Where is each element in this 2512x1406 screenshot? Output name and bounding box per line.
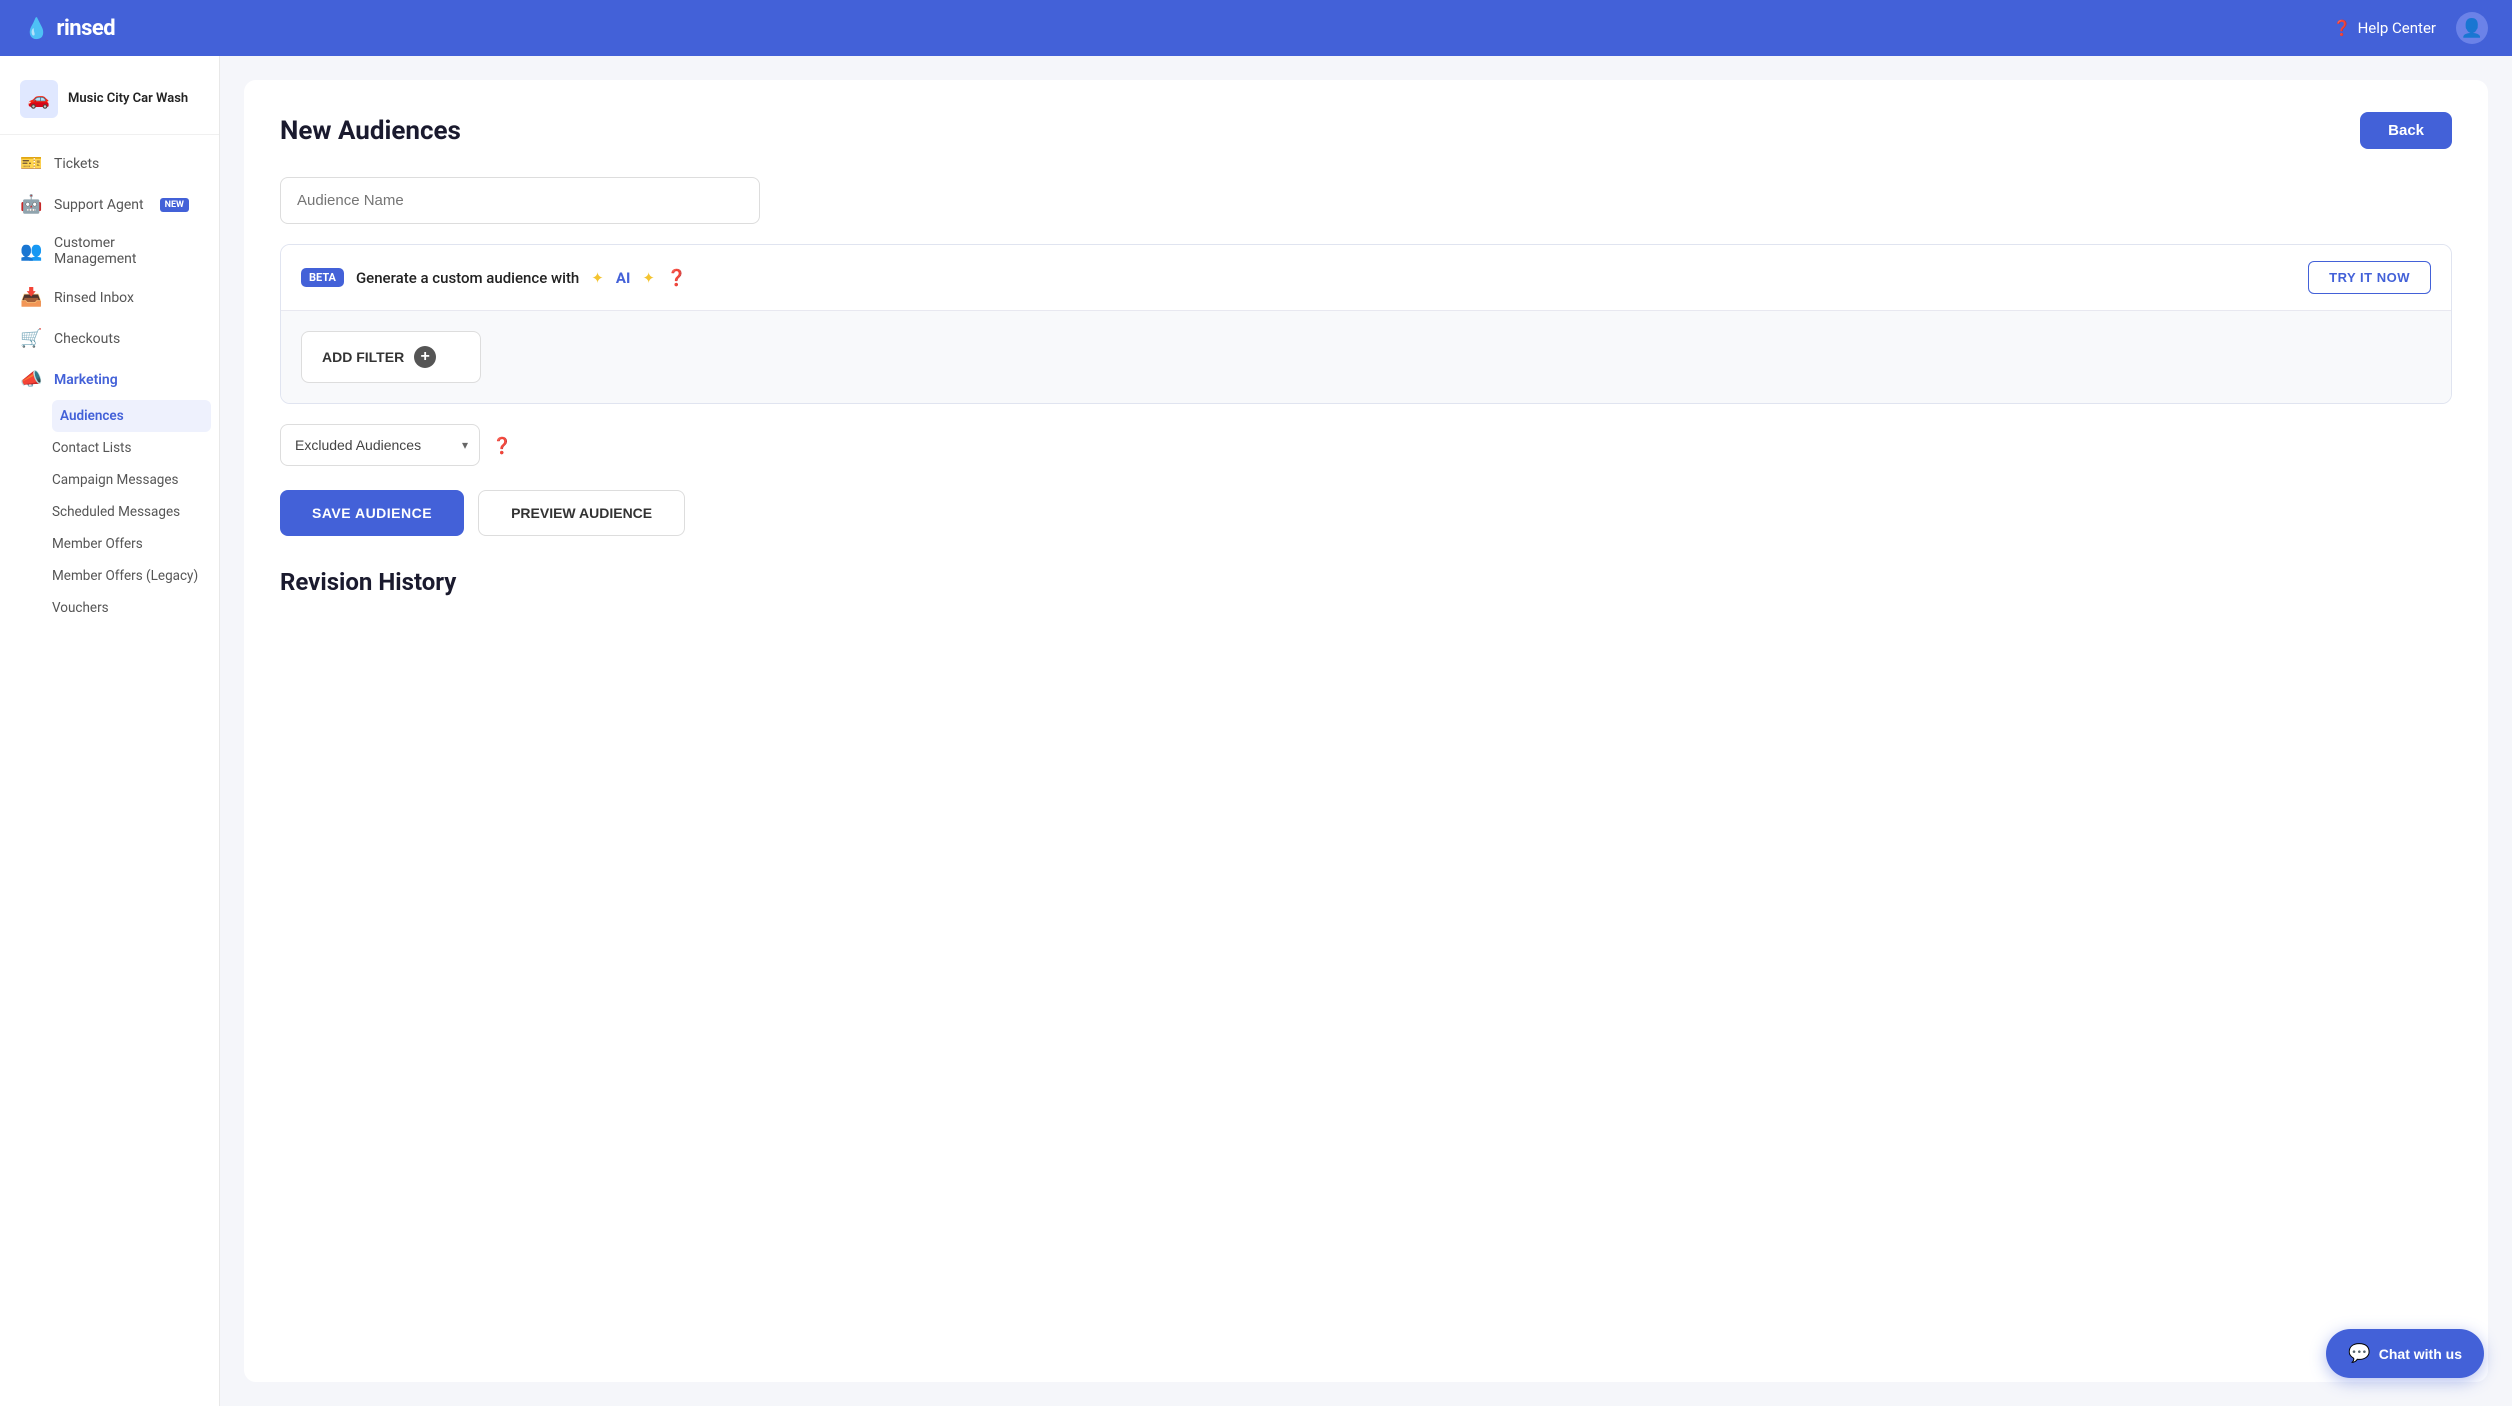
filter-area: ADD FILTER + (281, 311, 2451, 403)
page-inner: New Audiences Back BETA Generate a custo… (244, 80, 2488, 1382)
add-filter-button[interactable]: ADD FILTER + (301, 331, 481, 383)
drop-icon: 💧 (24, 16, 48, 40)
topnav-logo: 💧 rinsed (24, 16, 115, 41)
add-filter-label: ADD FILTER (322, 349, 404, 365)
scheduled-messages-label: Scheduled Messages (52, 504, 180, 520)
sidebar-label-marketing: Marketing (54, 372, 118, 388)
sidebar-item-contact-lists[interactable]: Contact Lists (52, 432, 219, 464)
page-title: New Audiences (280, 116, 461, 146)
avatar-icon: 👤 (2461, 18, 2483, 39)
sidebar-item-marketing[interactable]: 📣 Marketing (0, 359, 219, 400)
user-avatar[interactable]: 👤 (2456, 12, 2488, 44)
back-button[interactable]: Back (2360, 112, 2452, 149)
topnav: 💧 rinsed ❓ Help Center 👤 (0, 0, 2512, 56)
marketing-submenu: Audiences Contact Lists Campaign Message… (0, 400, 219, 624)
help-icon: ❓ (2333, 19, 2352, 37)
sparkle-right: ✦ (642, 269, 655, 287)
tickets-icon: 🎫 (20, 153, 42, 174)
ai-banner: BETA Generate a custom audience with ✦ A… (280, 244, 2452, 404)
member-offers-label: Member Offers (52, 536, 143, 552)
sparkle-left: ✦ (591, 269, 604, 287)
help-center-label: Help Center (2358, 19, 2436, 37)
ai-text-highlight: AI (616, 269, 630, 287)
sidebar-label-support-agent: Support Agent (54, 197, 144, 213)
brand-logo-icon: 🚗 (20, 80, 58, 118)
page-header: New Audiences Back (280, 112, 2452, 149)
excluded-audiences-wrapper: Excluded Audiences ▾ (280, 424, 480, 466)
ai-text-before: Generate a custom audience with (356, 269, 579, 287)
try-now-button[interactable]: TRY IT NOW (2308, 261, 2431, 294)
excluded-help-icon[interactable]: ❓ (492, 436, 512, 455)
vouchers-label: Vouchers (52, 600, 109, 616)
ai-banner-left: BETA Generate a custom audience with ✦ A… (301, 268, 687, 287)
excluded-audiences-select[interactable]: Excluded Audiences (280, 424, 480, 466)
sidebar-item-rinsed-inbox[interactable]: 📥 Rinsed Inbox (0, 277, 219, 318)
sidebar-label-checkouts: Checkouts (54, 331, 120, 347)
ai-banner-top: BETA Generate a custom audience with ✦ A… (281, 245, 2451, 311)
preview-audience-button[interactable]: PREVIEW AUDIENCE (478, 490, 685, 536)
sidebar-item-tickets[interactable]: 🎫 Tickets (0, 143, 219, 184)
contact-lists-label: Contact Lists (52, 440, 131, 456)
help-center-link[interactable]: ❓ Help Center (2333, 19, 2436, 37)
ai-help-icon[interactable]: ❓ (667, 268, 687, 287)
chat-button[interactable]: 💬 Chat with us (2326, 1329, 2484, 1378)
sidebar-item-vouchers[interactable]: Vouchers (52, 592, 219, 624)
sidebar-item-member-offers[interactable]: Member Offers (52, 528, 219, 560)
logo-text: rinsed (56, 16, 115, 41)
sidebar-label-tickets: Tickets (54, 156, 99, 172)
app-body: 🚗 Music City Car Wash 🎫 Tickets 🤖 Suppor… (0, 56, 2512, 1406)
checkouts-icon: 🛒 (20, 328, 42, 349)
sidebar-item-audiences[interactable]: Audiences (52, 400, 211, 432)
sidebar-item-campaign-messages[interactable]: Campaign Messages (52, 464, 219, 496)
sidebar-item-checkouts[interactable]: 🛒 Checkouts (0, 318, 219, 359)
topnav-right: ❓ Help Center 👤 (2333, 12, 2488, 44)
chat-bubble-icon: 💬 (2348, 1343, 2370, 1364)
chat-label: Chat with us (2379, 1346, 2462, 1362)
sidebar-label-rinsed-inbox: Rinsed Inbox (54, 290, 134, 306)
sidebar-item-customer-management[interactable]: 👥 Customer Management (0, 225, 219, 277)
marketing-icon: 📣 (20, 369, 42, 390)
customer-management-icon: 👥 (20, 241, 42, 262)
sidebar: 🚗 Music City Car Wash 🎫 Tickets 🤖 Suppor… (0, 56, 220, 1406)
sidebar-label-customer-management: Customer Management (54, 235, 199, 267)
sidebar-brand: 🚗 Music City Car Wash (0, 72, 219, 135)
plus-circle-icon: + (414, 346, 436, 368)
new-badge: NEW (160, 198, 189, 212)
audience-name-input[interactable] (280, 177, 760, 224)
member-offers-legacy-label: Member Offers (Legacy) (52, 568, 198, 584)
audiences-label: Audiences (60, 408, 124, 424)
brand-name: Music City Car Wash (68, 91, 188, 108)
save-audience-button[interactable]: SAVE AUDIENCE (280, 490, 464, 536)
main-content: New Audiences Back BETA Generate a custo… (220, 56, 2512, 1406)
sidebar-item-support-agent[interactable]: 🤖 Support Agent NEW (0, 184, 219, 225)
campaign-messages-label: Campaign Messages (52, 472, 179, 488)
sidebar-item-member-offers-legacy[interactable]: Member Offers (Legacy) (52, 560, 219, 592)
beta-badge: BETA (301, 268, 344, 287)
support-agent-icon: 🤖 (20, 194, 42, 215)
action-buttons: SAVE AUDIENCE PREVIEW AUDIENCE (280, 490, 2452, 536)
sidebar-item-scheduled-messages[interactable]: Scheduled Messages (52, 496, 219, 528)
excluded-audiences-section: Excluded Audiences ▾ ❓ (280, 424, 2452, 466)
rinsed-inbox-icon: 📥 (20, 287, 42, 308)
revision-history-title: Revision History (280, 568, 2452, 596)
